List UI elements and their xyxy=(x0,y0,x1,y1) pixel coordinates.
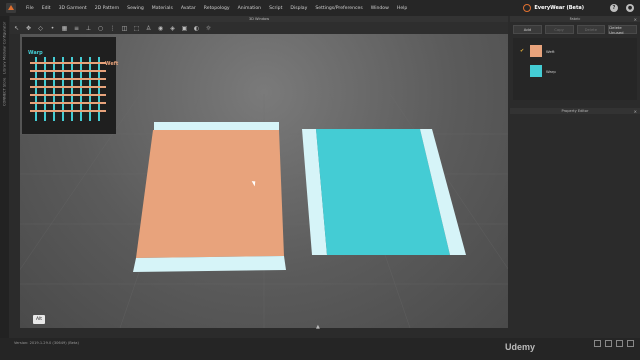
fabric-name: Warp xyxy=(546,68,556,74)
tape-tool-icon[interactable]: ≡ xyxy=(73,25,80,32)
close-icon[interactable]: × xyxy=(634,17,637,22)
viewport-toolbar: ↖ ✥ ◇ • ▦ ≡ ⊥ ○ ⋮ ◫ ⬚ ♙ ◉ ◈ ▣ ◐ ☼ xyxy=(10,22,508,34)
delete-fabric-button[interactable]: Delete xyxy=(576,25,606,34)
weft-pattern[interactable] xyxy=(136,130,284,258)
fabric-list: ✔ Weft Warp xyxy=(513,38,637,100)
weft-pattern-top-band xyxy=(154,122,279,130)
fabric-panel-title: Fabric xyxy=(569,17,581,21)
graphic-tool-icon[interactable]: ⬚ xyxy=(133,25,140,32)
side-tabs: Modular Configurator Library CONNECT Sto… xyxy=(0,16,9,338)
menu-script[interactable]: Script xyxy=(269,6,282,11)
menu-settings[interactable]: Settings/Preferences xyxy=(315,6,362,11)
menubar-right: EveryWear (Beta) ? ● xyxy=(523,0,634,16)
right-panel: Fabric × Add Copy Delete Delete Unused ✔… xyxy=(510,16,640,338)
fabric-grain-thumbnail: Warp Weft xyxy=(22,37,119,134)
app-logo xyxy=(4,1,18,15)
add-fabric-button[interactable]: Add xyxy=(513,25,542,34)
fabric-swatch xyxy=(530,65,542,77)
watermark-logo: Udemy xyxy=(505,342,536,352)
fabric-swatch xyxy=(530,45,542,57)
help-icon[interactable]: ? xyxy=(610,4,618,12)
pin-tool-icon[interactable]: • xyxy=(49,25,56,32)
property-editor-header: Property Editor × xyxy=(510,108,640,114)
brand-logo-icon xyxy=(523,4,532,12)
menu-edit[interactable]: Edit xyxy=(42,6,51,11)
check-icon: ✔ xyxy=(520,48,525,54)
tab-library[interactable]: Library xyxy=(1,60,8,76)
version-text: Version: 2019.1.29.0 (30649) (Beta) xyxy=(14,341,79,345)
fabric-tool-icon[interactable]: ▦ xyxy=(61,25,68,32)
select-tool-icon[interactable]: ↖ xyxy=(13,25,20,32)
camera-tool-icon[interactable]: ◉ xyxy=(157,25,164,32)
menu-sewing[interactable]: Sewing xyxy=(127,6,144,11)
avatar-tool-icon[interactable]: ♙ xyxy=(145,25,152,32)
user-icon[interactable]: ● xyxy=(626,4,634,12)
close-icon[interactable]: × xyxy=(634,109,637,114)
menu-file[interactable]: File xyxy=(26,6,34,11)
snapshot-tool-icon[interactable]: ▣ xyxy=(181,25,188,32)
menu-retopology[interactable]: Retopology xyxy=(204,6,230,11)
texture-tool-icon[interactable]: ◫ xyxy=(121,25,128,32)
weft-label: Weft xyxy=(105,61,119,67)
menu-materials[interactable]: Materials xyxy=(152,6,173,11)
fabric-item-weft[interactable]: ✔ Weft xyxy=(513,43,631,59)
status-icons xyxy=(594,340,634,347)
3d-view-icon[interactable] xyxy=(627,340,634,347)
property-editor-title: Property Editor xyxy=(561,109,589,113)
menu-help[interactable]: Help xyxy=(397,6,407,11)
menu-avatar[interactable]: Avatar xyxy=(181,6,196,11)
move-tool-icon[interactable]: ✥ xyxy=(25,25,32,32)
measure-tool-icon[interactable]: ⊥ xyxy=(85,25,92,32)
render-tool-icon[interactable]: ◈ xyxy=(169,25,176,32)
fabric-name: Weft xyxy=(546,48,555,54)
fabric-panel-header: Fabric × xyxy=(510,16,640,22)
fold-tool-icon[interactable]: ◇ xyxy=(37,25,44,32)
weft-pattern-bottom-band xyxy=(133,256,286,272)
expand-up-icon[interactable]: ▲ xyxy=(316,324,322,330)
menu-2d-pattern[interactable]: 2D Pattern xyxy=(95,6,119,11)
menu-3d-garment[interactable]: 3D Garment xyxy=(59,6,87,11)
warp-label: Warp xyxy=(28,50,43,56)
display-tool-icon[interactable]: ◐ xyxy=(193,25,200,32)
zip-tool-icon[interactable]: ⋮ xyxy=(109,25,116,32)
menu-animation[interactable]: Animation xyxy=(238,6,261,11)
button-tool-icon[interactable]: ○ xyxy=(97,25,104,32)
delete-unused-button[interactable]: Delete Unused xyxy=(608,25,637,35)
menu-display[interactable]: Display xyxy=(290,6,307,11)
split-view-icon[interactable] xyxy=(605,340,612,347)
copy-fabric-button[interactable]: Copy xyxy=(544,25,574,34)
tab-modular-configurator[interactable]: Modular Configurator xyxy=(1,22,8,60)
layout-icon[interactable] xyxy=(594,340,601,347)
2d-view-icon[interactable] xyxy=(616,340,623,347)
menu-window[interactable]: Window xyxy=(371,6,389,11)
fabric-item-warp[interactable]: Warp xyxy=(513,63,631,79)
light-tool-icon[interactable]: ☼ xyxy=(205,25,212,32)
fabric-buttons: Add Copy Delete Delete Unused xyxy=(510,22,640,38)
status-bar: Version: 2019.1.29.0 (30649) (Beta) xyxy=(0,338,640,360)
menu-bar: File Edit 3D Garment 2D Pattern Sewing M… xyxy=(0,0,640,16)
app-name: EveryWear (Beta) xyxy=(534,5,584,11)
alt-key-badge: Alt xyxy=(33,315,45,324)
tab-connect-store[interactable]: CONNECT Store xyxy=(1,78,8,106)
3d-viewport[interactable]: Warp Weft Alt xyxy=(20,34,508,328)
